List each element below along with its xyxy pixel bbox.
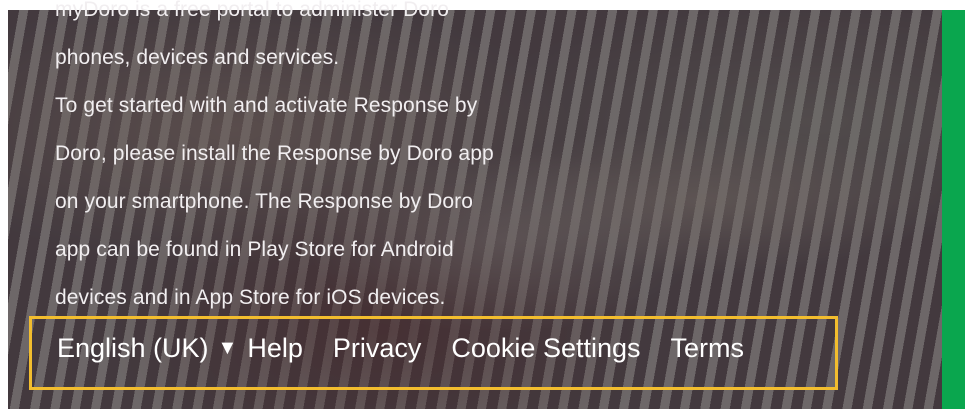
intro-line: To get started with and activate Respons… [55, 94, 478, 117]
intro-line: phones, devices and services. [55, 46, 340, 69]
footer-links: English (UK) ▼ Help Privacy Cookie Setti… [57, 332, 744, 364]
terms-link[interactable]: Terms [671, 332, 745, 364]
intro-text: myDoro is a free portal to administer Do… [55, 0, 665, 322]
intro-line: myDoro is a free portal to administer Do… [55, 0, 450, 21]
language-label: English (UK) [57, 333, 209, 363]
language-selector[interactable]: English (UK) ▼ [57, 332, 237, 364]
cookie-settings-link[interactable]: Cookie Settings [451, 332, 640, 364]
intro-line: app can be found in Play Store for Andro… [55, 238, 454, 261]
privacy-link[interactable]: Privacy [333, 332, 422, 364]
help-link[interactable]: Help [247, 332, 303, 364]
green-side-panel [942, 10, 965, 409]
intro-line: devices and in App Store for iOS devices… [55, 286, 446, 309]
intro-line: Doro, please install the Response by Dor… [55, 142, 494, 165]
page-frame: myDoro is a free portal to administer Do… [0, 0, 965, 409]
intro-line: on your smartphone. The Response by Doro [55, 190, 474, 213]
caret-down-icon: ▼ [217, 337, 238, 359]
